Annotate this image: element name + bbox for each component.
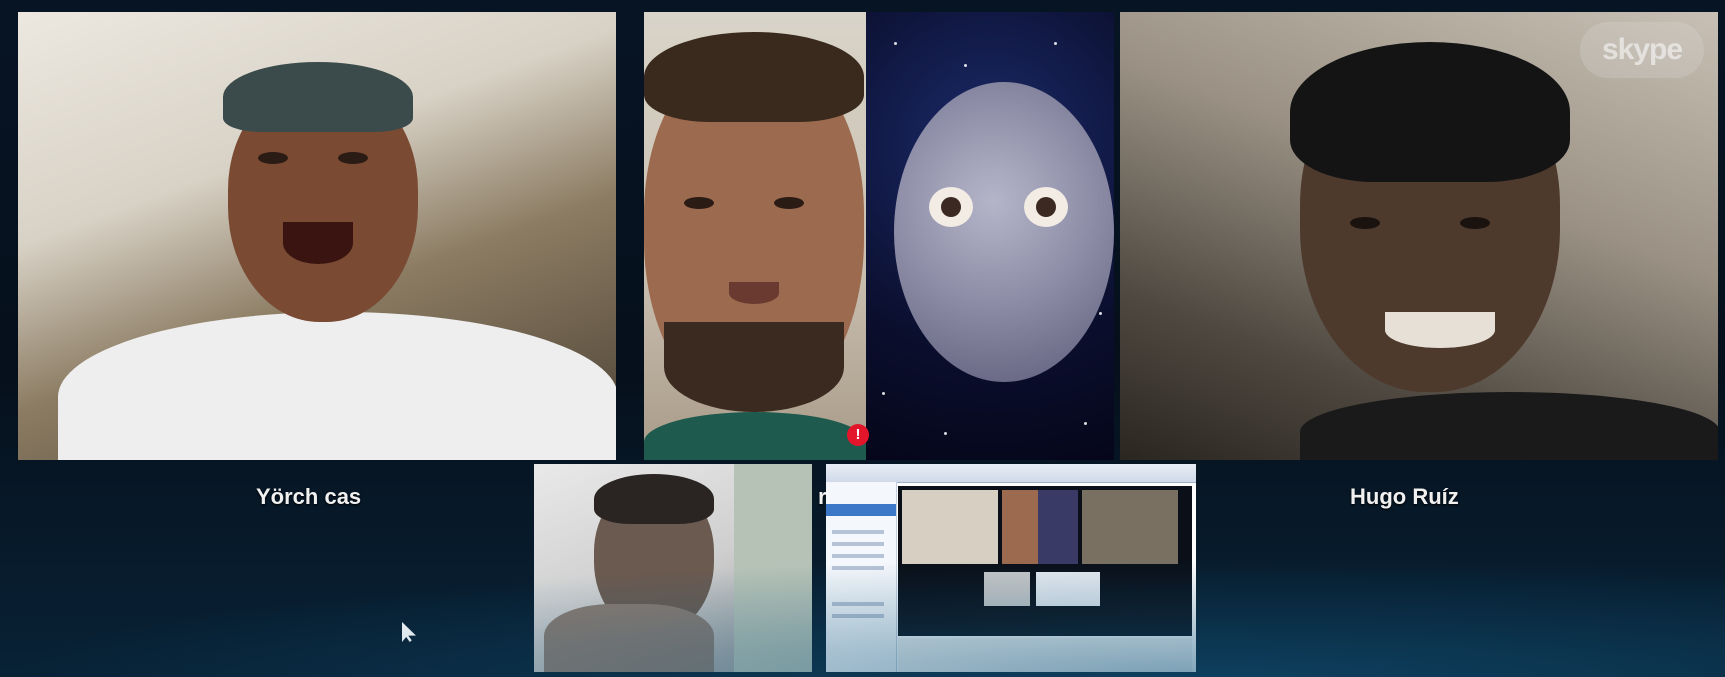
video-call-stage: ! skype Yörch cas r Hugo Ruíz [0, 0, 1725, 677]
participant-name-label: Hugo Ruíz [1350, 484, 1459, 509]
participant-video-yorch[interactable] [18, 12, 616, 460]
skype-logo-text: skype [1601, 33, 1683, 66]
nested-window-footer [898, 638, 1192, 672]
self-view-thumbnail[interactable] [534, 464, 812, 672]
participant-video-hugo[interactable] [1120, 12, 1718, 460]
nested-video-grid [898, 486, 1192, 636]
mouse-pointer-icon [402, 622, 416, 642]
exclamation-badge-icon[interactable]: ! [847, 424, 869, 446]
nested-window-sidebar [826, 482, 897, 672]
skype-logo: skype [1580, 22, 1704, 78]
participant-video-moon-filter[interactable] [644, 12, 1114, 460]
nested-window-toolbar [826, 464, 1196, 483]
screen-share-thumbnail[interactable] [826, 464, 1196, 672]
participant-name-label: Yörch cas [256, 484, 362, 509]
moon-face-filter [894, 82, 1114, 382]
